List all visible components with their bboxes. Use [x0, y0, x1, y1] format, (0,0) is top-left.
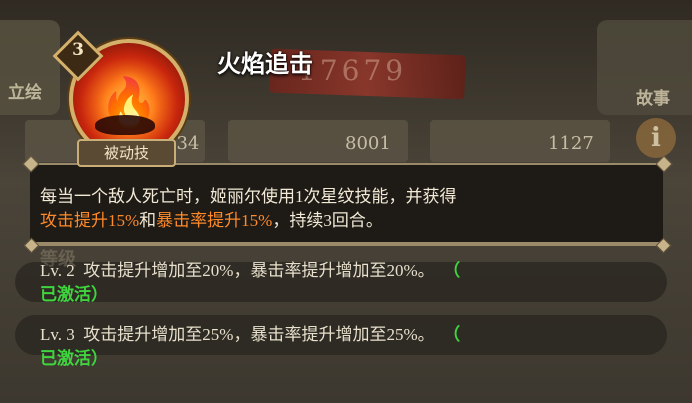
- skill-type-tag: 被动技: [77, 139, 176, 167]
- skill-name: 火焰追击: [217, 50, 313, 78]
- status-open-paren: （: [443, 325, 461, 344]
- crit-buff-highlight: 暴击率提升15%: [156, 211, 273, 230]
- description-connector: 和: [139, 211, 157, 230]
- attack-buff-highlight: 攻击提升15%: [40, 211, 140, 230]
- hand-silhouette: [95, 115, 155, 135]
- level-label: Lv. 3: [40, 325, 75, 344]
- power-value: 17679: [298, 54, 408, 87]
- level-effect: 攻击提升增加至25%，暴击率提升增加至25%。: [83, 325, 435, 344]
- level-upgrade-item: Lv. 2 攻击提升增加至20%，暴击率提升增加至20%。 （ 已激活）: [40, 259, 670, 307]
- skill-level-number: 3: [72, 40, 84, 60]
- defense-value: 1127: [548, 133, 594, 154]
- description-line: 每当一个敌人死亡时，姬丽尔使用1次星纹技能，并获得: [40, 187, 457, 206]
- status-open-paren: （: [443, 261, 461, 280]
- skill-description: 每当一个敌人死亡时，姬丽尔使用1次星纹技能，并获得 攻击提升15%和暴击率提升1…: [40, 185, 660, 233]
- info-button[interactable]: i: [636, 118, 676, 158]
- description-duration: ，持续3回合。: [272, 211, 383, 230]
- section-divider: [30, 244, 663, 246]
- activated-status: 已激活）: [40, 349, 108, 368]
- activated-status: 已激活）: [40, 285, 108, 304]
- story-tab-label: 故事: [636, 89, 670, 109]
- portrait-tab-label: 立绘: [8, 83, 42, 103]
- level-upgrade-item: Lv. 3 攻击提升增加至25%，暴击率提升增加至25%。 （ 已激活）: [40, 323, 670, 371]
- attack-value: 8001: [345, 133, 391, 154]
- level-label: Lv. 2: [40, 261, 75, 280]
- level-effect: 攻击提升增加至20%，暴击率提升增加至20%。: [83, 261, 435, 280]
